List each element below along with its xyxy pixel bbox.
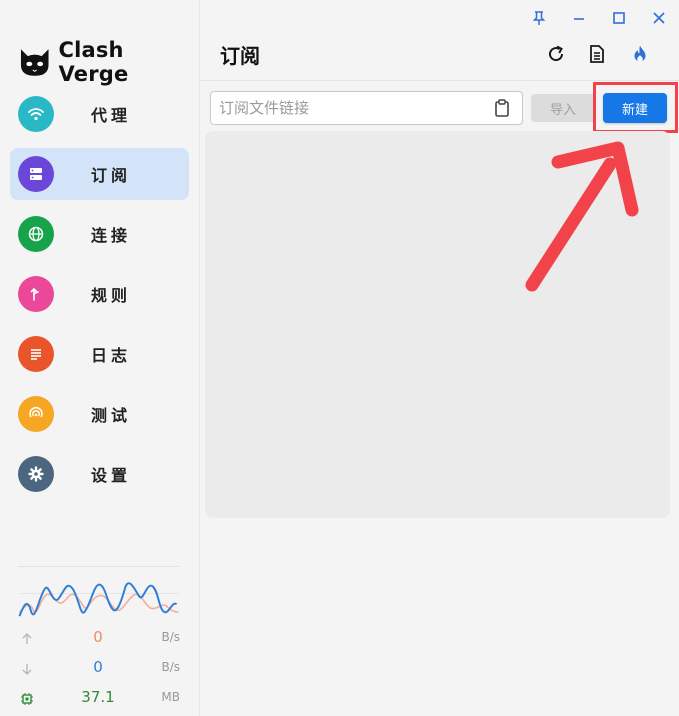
minimize-icon bbox=[574, 18, 584, 20]
page-title: 订阅 bbox=[220, 44, 260, 68]
subscription-url-field[interactable] bbox=[210, 91, 523, 125]
sidebar-item-logs[interactable]: 日志 bbox=[10, 328, 189, 380]
traffic-panel: 0 B/s 0 B/s 37.1 MB bbox=[18, 566, 180, 714]
subscription-url-input[interactable] bbox=[219, 92, 489, 124]
sidebar-item-connections[interactable]: 连接 bbox=[10, 208, 189, 260]
upload-stat: 0 B/s bbox=[18, 624, 180, 654]
refresh-icon bbox=[549, 45, 564, 62]
clipboard-icon[interactable] bbox=[494, 99, 510, 117]
sidebar: Clash Verge 代理 订阅 连接 规则 日志 测试 设置 0 B/s 0… bbox=[0, 0, 200, 716]
sidebar-item-label: 测试 bbox=[91, 406, 132, 425]
refresh-button[interactable] bbox=[544, 42, 568, 66]
wifi-icon bbox=[18, 96, 54, 132]
sidebar-item-label: 订阅 bbox=[91, 166, 132, 185]
header-divider bbox=[200, 80, 679, 81]
highlight-annotation bbox=[593, 82, 678, 133]
pin-button[interactable] bbox=[529, 8, 549, 28]
pin-icon bbox=[532, 11, 546, 25]
app-logo: Clash Verge bbox=[18, 38, 199, 86]
maximize-icon bbox=[613, 12, 625, 24]
cat-logo-icon bbox=[20, 49, 49, 76]
update-all-button[interactable] bbox=[628, 42, 652, 66]
profile-list-area bbox=[205, 131, 670, 518]
arrow-up-icon bbox=[22, 633, 32, 644]
main-panel: 订阅 导入 新建 bbox=[200, 0, 679, 716]
sidebar-item-rules[interactable]: 规则 bbox=[10, 268, 189, 320]
close-button[interactable] bbox=[649, 8, 669, 28]
memory-unit: MB bbox=[161, 690, 180, 704]
edit-file-button[interactable] bbox=[585, 42, 609, 66]
sidebar-item-label: 设置 bbox=[91, 466, 132, 485]
sidebar-item-profiles[interactable]: 订阅 bbox=[10, 148, 189, 200]
traffic-graph bbox=[18, 566, 180, 620]
close-icon bbox=[653, 12, 665, 24]
minimize-button[interactable] bbox=[569, 8, 589, 28]
sidebar-item-label: 日志 bbox=[91, 346, 132, 365]
sidebar-item-proxy[interactable]: 代理 bbox=[10, 88, 189, 140]
import-button[interactable]: 导入 bbox=[531, 94, 595, 122]
download-stat: 0 B/s bbox=[18, 654, 180, 684]
memory-value: 37.1 bbox=[81, 688, 115, 706]
app-name: Clash Verge bbox=[58, 38, 129, 86]
sidebar-item-test[interactable]: 测试 bbox=[10, 388, 189, 440]
fork-icon bbox=[18, 276, 54, 312]
gear-icon bbox=[18, 456, 54, 492]
signal-icon bbox=[18, 396, 54, 432]
sidebar-item-label: 代理 bbox=[91, 106, 132, 125]
sidebar-item-label: 连接 bbox=[91, 226, 132, 245]
flame-icon bbox=[634, 45, 646, 62]
download-unit: B/s bbox=[161, 660, 180, 674]
sidebar-nav: 代理 订阅 连接 规则 日志 测试 设置 bbox=[10, 88, 189, 508]
sidebar-item-settings[interactable]: 设置 bbox=[10, 448, 189, 500]
globe-icon bbox=[18, 216, 54, 252]
server-icon bbox=[18, 156, 54, 192]
upload-value: 0 bbox=[93, 628, 103, 646]
download-value: 0 bbox=[93, 658, 103, 676]
maximize-button[interactable] bbox=[609, 8, 629, 28]
upload-unit: B/s bbox=[161, 630, 180, 644]
memory-stat: 37.1 MB bbox=[18, 684, 180, 714]
document-icon bbox=[590, 45, 604, 63]
list-icon bbox=[18, 336, 54, 372]
chip-icon bbox=[21, 693, 33, 705]
arrow-down-icon bbox=[22, 664, 32, 675]
sidebar-item-label: 规则 bbox=[91, 286, 132, 305]
